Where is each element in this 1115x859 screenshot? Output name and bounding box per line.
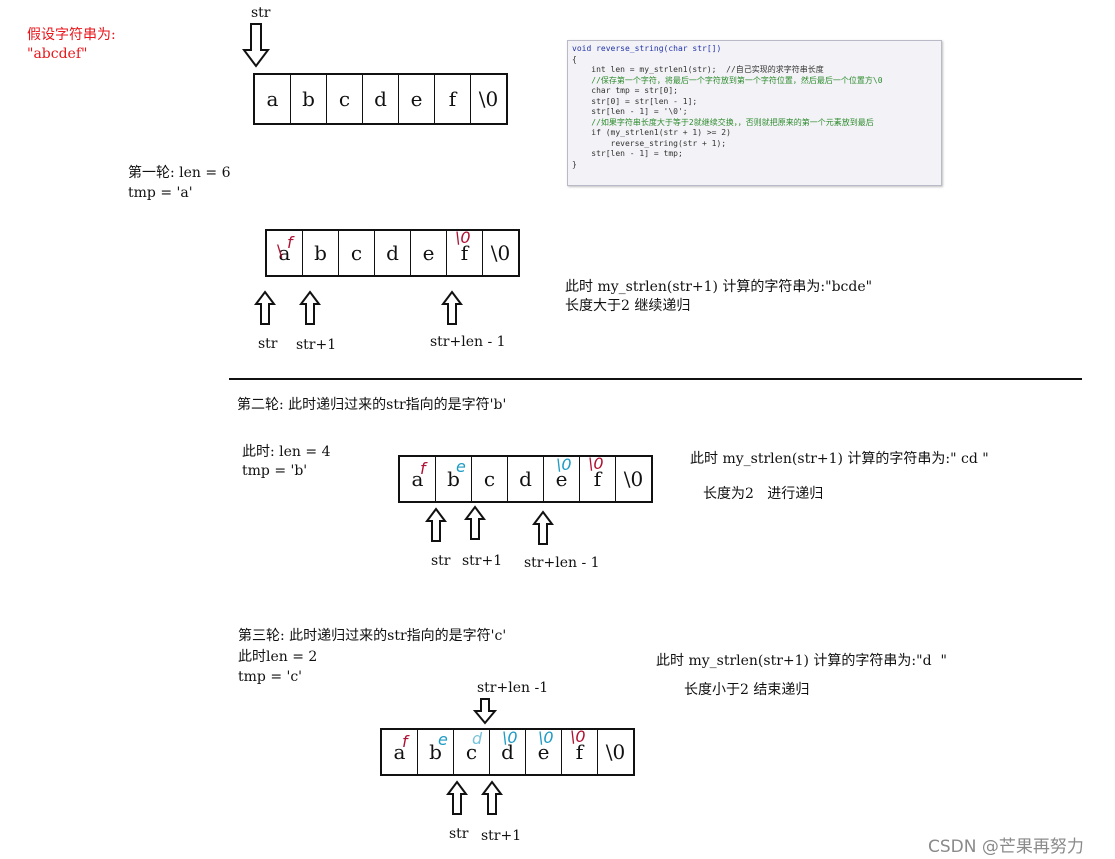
round3-array: af be cd d \0 e \0 f \0 \0	[380, 727, 635, 776]
code-line: reverse_string(str + 1);	[572, 138, 727, 148]
round2-line2: tmp = 'b'	[242, 463, 308, 479]
swap-mark-null: \0	[588, 454, 604, 473]
code-snippet: void reverse_string(char str[]) { int le…	[567, 40, 942, 186]
round1-ptr-str: str	[258, 336, 278, 352]
swap-mark-e: e	[456, 457, 466, 476]
initial-cell: c	[327, 75, 363, 123]
round2-line1: 此时: len = 4	[242, 444, 331, 460]
round2-ptr-end: str+len - 1	[524, 555, 600, 571]
round2-cell: e \0	[544, 455, 580, 501]
round1-arrow-str-icon	[254, 290, 276, 325]
round3-ptr-end: str+len -1	[477, 680, 549, 696]
round2-cell: f \0	[580, 454, 616, 501]
round3-heading: 第三轮: 此时递归过来的str指向的是字符'c'	[238, 628, 507, 644]
round1-cell: b	[303, 231, 339, 275]
round1-line1: 第一轮: len = 6	[128, 165, 231, 181]
round1-cell: f \0	[447, 228, 483, 275]
round1-arrow-str1-icon	[299, 290, 321, 325]
round1-note2: 长度大于2 继续递归	[565, 298, 691, 314]
round3-cell: \0	[605, 740, 626, 764]
swap-mark-null: \0	[502, 728, 518, 747]
code-line: {	[572, 54, 577, 64]
round2-ptr-str: str	[431, 553, 451, 569]
swap-mark-f: f	[402, 732, 408, 751]
round1-line2: tmp = 'a'	[128, 185, 193, 201]
initial-cell: f	[435, 75, 471, 123]
code-line: str[0] = str[len - 1];	[572, 96, 698, 106]
round1-cell: e	[411, 231, 447, 275]
round3-note2: 长度小于2 结束递归	[684, 682, 810, 698]
round3-ptr-str: str	[449, 826, 469, 842]
section-divider	[229, 378, 1082, 380]
round3-ptr-str1: str+1	[481, 828, 522, 844]
initial-cell: b	[291, 75, 327, 123]
swap-mark-f: f	[420, 459, 426, 478]
round2-ptr-str1: str+1	[462, 553, 503, 569]
round2-cell: c	[472, 457, 508, 501]
code-line: if (my_strlen1(str + 1) >= 2)	[572, 128, 731, 137]
round1-cell: d	[375, 231, 411, 275]
round3-cell: d \0	[490, 728, 526, 774]
round3-cell: e \0	[526, 728, 562, 774]
round3-arrow-str-icon	[446, 780, 468, 815]
round2-arrow-str1-icon	[464, 505, 486, 540]
swap-mark-e: e	[438, 730, 448, 749]
assumption-value: "abcdef"	[27, 46, 88, 62]
round2-cell: d	[508, 457, 544, 501]
top-pointer-label: str	[251, 5, 271, 21]
code-line: str[len - 1] = tmp;	[572, 149, 683, 158]
round3-note1: 此时 my_strlen(str+1) 计算的字符串为:"d "	[656, 653, 947, 669]
code-line: void reverse_string(char str[])	[572, 44, 722, 53]
round2-cell: be	[436, 457, 472, 501]
swap-mark-d: d	[472, 729, 483, 748]
initial-cell: \0	[478, 87, 499, 111]
round3-line2: tmp = 'c'	[238, 669, 303, 685]
initial-array: a b c d e f \0	[253, 73, 508, 125]
round1-array: a f \ b c d e f \0 \0	[265, 228, 520, 277]
round1-cell: \0	[490, 241, 511, 265]
initial-cell: d	[363, 75, 399, 123]
round3-cell: af	[382, 730, 418, 774]
assumption-title: 假设字符串为:	[27, 27, 116, 43]
round3-line1: 此时len = 2	[238, 649, 318, 665]
code-line: str[len - 1] = '\0';	[572, 107, 688, 116]
round1-cell: c	[339, 231, 375, 275]
watermark: CSDN @芒果再努力	[928, 837, 1084, 857]
round3-cell: f \0	[562, 727, 598, 774]
round2-array: af be c d e \0 f \0 \0	[398, 454, 653, 503]
round3-arrow-str1-icon	[481, 780, 503, 815]
swap-mark-null: \0	[556, 455, 572, 474]
code-comment: //保存第一个字符，将最后一个字符放到第一个字符位置，然后最后一个位置方\0	[572, 75, 883, 85]
code-line: char tmp = str[0];	[572, 86, 678, 95]
round1-note1: 此时 my_strlen(str+1) 计算的字符串为:"bcde"	[565, 279, 873, 295]
round2-cell: \0	[623, 467, 644, 491]
round2-cell: af	[400, 457, 436, 501]
round1-ptr-end: str+len - 1	[430, 334, 506, 350]
initial-cell: a	[255, 75, 291, 123]
round2-arrow-str-icon	[425, 507, 447, 542]
round2-note1: 此时 my_strlen(str+1) 计算的字符串为:" cd "	[690, 451, 989, 467]
code-line: int len = my_strlen1(str); //自己实现的求字符串长度	[572, 65, 824, 74]
swap-mark-f: f	[287, 233, 293, 252]
round3-cell: be	[418, 730, 454, 774]
code-comment: //如果字符串长度大于等于2就继续交换，，否则就把原来的第一个元素放到最后	[572, 117, 874, 127]
round1-arrow-end-icon	[441, 290, 463, 325]
strike-mark: \	[277, 241, 283, 260]
round1-cell: a f \	[267, 231, 303, 275]
swap-mark-null: \0	[538, 728, 554, 747]
round1-ptr-str1: str+1	[296, 337, 337, 353]
swap-mark-null: \0	[570, 727, 586, 746]
swap-mark-null: \0	[455, 228, 471, 247]
round3-cell: cd	[454, 729, 490, 774]
round2-heading: 第二轮: 此时递归过来的str指向的是字符'b'	[237, 397, 507, 413]
round3-arrow-end-icon	[473, 698, 497, 725]
top-pointer-arrow-icon	[242, 23, 270, 68]
initial-cell: e	[399, 75, 435, 123]
code-line: }	[572, 159, 577, 169]
round2-note2: 长度为2 进行递归	[703, 486, 824, 502]
round2-arrow-end-icon	[532, 510, 554, 545]
